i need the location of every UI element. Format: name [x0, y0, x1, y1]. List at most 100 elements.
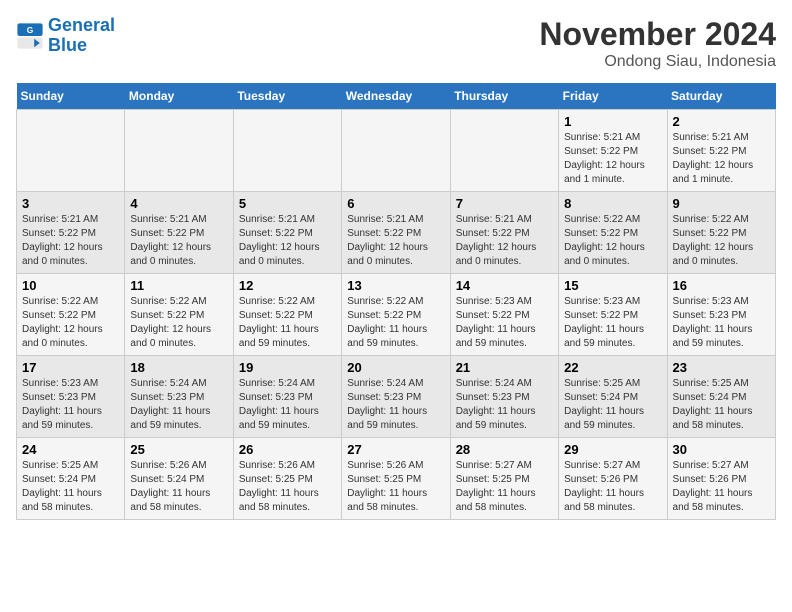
calendar-cell: 27 Sunrise: 5:26 AM Sunset: 5:25 PM Dayli… — [342, 438, 450, 520]
day-header-wednesday: Wednesday — [342, 83, 450, 110]
day-number: 12 — [239, 278, 336, 293]
day-info: Sunrise: 5:24 AM Sunset: 5:23 PM Dayligh… — [347, 377, 444, 433]
calendar-cell: 14Sunrise: 5:23 AM Sunset: 5:22 PM Dayli… — [450, 274, 558, 356]
day-info: Sunrise: 5:23 AM Sunset: 5:23 PM Dayligh… — [673, 295, 770, 351]
day-number: 14 — [456, 278, 553, 293]
calendar-title: November 2024 — [539, 16, 776, 53]
calendar-table: SundayMondayTuesdayWednesdayThursdayFrid… — [16, 83, 776, 520]
day-header-thursday: Thursday — [450, 83, 558, 110]
calendar-cell: 17Sunrise: 5:23 AM Sunset: 5:23 PM Dayli… — [17, 356, 125, 438]
day-info: Sunrise: 5:25 AM Sunset: 5:24 PM Dayligh… — [22, 459, 119, 515]
day-info: Sunrise: 5:22 AM Sunset: 5:22 PM Dayligh… — [347, 295, 444, 351]
calendar-cell: 21 Sunrise: 5:24 AM Sunset: 5:23 PM Dayli… — [450, 356, 558, 438]
calendar-cell: 1 Sunrise: 5:21 AM Sunset: 5:22 PM Daylig… — [559, 110, 667, 192]
day-number: 28 — [456, 442, 553, 457]
day-number: 19 — [239, 360, 336, 375]
calendar-cell: 6Sunrise: 5:21 AM Sunset: 5:22 PM Daylig… — [342, 192, 450, 274]
title-block: November 2024 Ondong Siau, Indonesia — [539, 16, 776, 71]
day-number: 22 — [564, 360, 661, 375]
calendar-cell: 5Sunrise: 5:21 AM Sunset: 5:22 PM Daylig… — [233, 192, 341, 274]
calendar-week-row: 17Sunrise: 5:23 AM Sunset: 5:23 PM Dayli… — [17, 356, 776, 438]
calendar-cell: 20Sunrise: 5:24 AM Sunset: 5:23 PM Dayli… — [342, 356, 450, 438]
calendar-cell: 28Sunrise: 5:27 AM Sunset: 5:25 PM Dayli… — [450, 438, 558, 520]
calendar-cell: 12 Sunrise: 5:22 AM Sunset: 5:22 PM Dayli… — [233, 274, 341, 356]
calendar-body: 1 Sunrise: 5:21 AM Sunset: 5:22 PM Daylig… — [17, 110, 776, 520]
day-info: Sunrise: 5:22 AM Sunset: 5:22 PM Dayligh… — [22, 295, 119, 351]
day-number: 11 — [130, 278, 227, 293]
calendar-cell: 29 Sunrise: 5:27 AM Sunset: 5:26 PM Dayli… — [559, 438, 667, 520]
header: G General Blue November 2024 Ondong Siau… — [16, 16, 776, 71]
day-info: Sunrise: 5:22 AM Sunset: 5:22 PM Dayligh… — [564, 213, 661, 269]
day-number: 3 — [22, 196, 119, 211]
day-info: Sunrise: 5:27 AM Sunset: 5:26 PM Dayligh… — [564, 459, 661, 515]
day-number: 26 — [239, 442, 336, 457]
calendar-cell: 30 Sunrise: 5:27 AM Sunset: 5:26 PM Dayli… — [667, 438, 775, 520]
day-info: Sunrise: 5:23 AM Sunset: 5:22 PM Dayligh… — [564, 295, 661, 351]
day-number: 1 — [564, 114, 661, 129]
day-info: Sunrise: 5:22 AM Sunset: 5:22 PM Dayligh… — [239, 295, 336, 351]
calendar-cell: 24Sunrise: 5:25 AM Sunset: 5:24 PM Dayli… — [17, 438, 125, 520]
calendar-cell — [342, 110, 450, 192]
day-info: Sunrise: 5:25 AM Sunset: 5:24 PM Dayligh… — [673, 377, 770, 433]
day-number: 2 — [673, 114, 770, 129]
day-number: 30 — [673, 442, 770, 457]
day-number: 27 — [347, 442, 444, 457]
day-info: Sunrise: 5:26 AM Sunset: 5:25 PM Dayligh… — [347, 459, 444, 515]
calendar-cell: 9 Sunrise: 5:22 AM Sunset: 5:22 PM Daylig… — [667, 192, 775, 274]
calendar-cell: 4 Sunrise: 5:21 AM Sunset: 5:22 PM Daylig… — [125, 192, 233, 274]
calendar-week-row: 10 Sunrise: 5:22 AM Sunset: 5:22 PM Dayli… — [17, 274, 776, 356]
day-info: Sunrise: 5:26 AM Sunset: 5:24 PM Dayligh… — [130, 459, 227, 515]
calendar-header-row: SundayMondayTuesdayWednesdayThursdayFrid… — [17, 83, 776, 110]
logo: G General Blue — [16, 16, 115, 56]
day-number: 16 — [673, 278, 770, 293]
day-number: 15 — [564, 278, 661, 293]
day-info: Sunrise: 5:26 AM Sunset: 5:25 PM Dayligh… — [239, 459, 336, 515]
calendar-cell: 13 Sunrise: 5:22 AM Sunset: 5:22 PM Dayli… — [342, 274, 450, 356]
day-header-friday: Friday — [559, 83, 667, 110]
calendar-cell — [17, 110, 125, 192]
day-number: 18 — [130, 360, 227, 375]
calendar-cell — [233, 110, 341, 192]
day-number: 29 — [564, 442, 661, 457]
day-info: Sunrise: 5:22 AM Sunset: 5:22 PM Dayligh… — [673, 213, 770, 269]
day-info: Sunrise: 5:21 AM Sunset: 5:22 PM Dayligh… — [347, 213, 444, 269]
day-header-monday: Monday — [125, 83, 233, 110]
calendar-cell: 26 Sunrise: 5:26 AM Sunset: 5:25 PM Dayli… — [233, 438, 341, 520]
day-header-saturday: Saturday — [667, 83, 775, 110]
day-number: 5 — [239, 196, 336, 211]
svg-text:G: G — [27, 25, 34, 35]
day-info: Sunrise: 5:21 AM Sunset: 5:22 PM Dayligh… — [22, 213, 119, 269]
day-number: 13 — [347, 278, 444, 293]
day-info: Sunrise: 5:22 AM Sunset: 5:22 PM Dayligh… — [130, 295, 227, 351]
day-info: Sunrise: 5:21 AM Sunset: 5:22 PM Dayligh… — [130, 213, 227, 269]
day-header-tuesday: Tuesday — [233, 83, 341, 110]
day-number: 21 — [456, 360, 553, 375]
calendar-cell: 23 Sunrise: 5:25 AM Sunset: 5:24 PM Dayli… — [667, 356, 775, 438]
calendar-subtitle: Ondong Siau, Indonesia — [539, 53, 776, 71]
day-info: Sunrise: 5:25 AM Sunset: 5:24 PM Dayligh… — [564, 377, 661, 433]
calendar-cell: 8 Sunrise: 5:22 AM Sunset: 5:22 PM Daylig… — [559, 192, 667, 274]
day-number: 9 — [673, 196, 770, 211]
day-info: Sunrise: 5:24 AM Sunset: 5:23 PM Dayligh… — [239, 377, 336, 433]
calendar-week-row: 1 Sunrise: 5:21 AM Sunset: 5:22 PM Daylig… — [17, 110, 776, 192]
day-number: 10 — [22, 278, 119, 293]
calendar-cell: 16 Sunrise: 5:23 AM Sunset: 5:23 PM Dayli… — [667, 274, 775, 356]
day-info: Sunrise: 5:27 AM Sunset: 5:26 PM Dayligh… — [673, 459, 770, 515]
day-info: Sunrise: 5:21 AM Sunset: 5:22 PM Dayligh… — [564, 131, 661, 187]
calendar-cell: 22 Sunrise: 5:25 AM Sunset: 5:24 PM Dayli… — [559, 356, 667, 438]
calendar-cell: 11 Sunrise: 5:22 AM Sunset: 5:22 PM Dayli… — [125, 274, 233, 356]
calendar-cell: 3 Sunrise: 5:21 AM Sunset: 5:22 PM Daylig… — [17, 192, 125, 274]
day-number: 4 — [130, 196, 227, 211]
day-info: Sunrise: 5:21 AM Sunset: 5:22 PM Dayligh… — [673, 131, 770, 187]
day-number: 23 — [673, 360, 770, 375]
calendar-cell: 10 Sunrise: 5:22 AM Sunset: 5:22 PM Dayli… — [17, 274, 125, 356]
day-number: 8 — [564, 196, 661, 211]
day-header-sunday: Sunday — [17, 83, 125, 110]
calendar-cell: 7Sunrise: 5:21 AM Sunset: 5:22 PM Daylig… — [450, 192, 558, 274]
day-info: Sunrise: 5:23 AM Sunset: 5:23 PM Dayligh… — [22, 377, 119, 433]
day-info: Sunrise: 5:24 AM Sunset: 5:23 PM Dayligh… — [456, 377, 553, 433]
day-info: Sunrise: 5:21 AM Sunset: 5:22 PM Dayligh… — [456, 213, 553, 269]
calendar-cell — [125, 110, 233, 192]
logo-text: General Blue — [48, 16, 115, 56]
day-number: 25 — [130, 442, 227, 457]
